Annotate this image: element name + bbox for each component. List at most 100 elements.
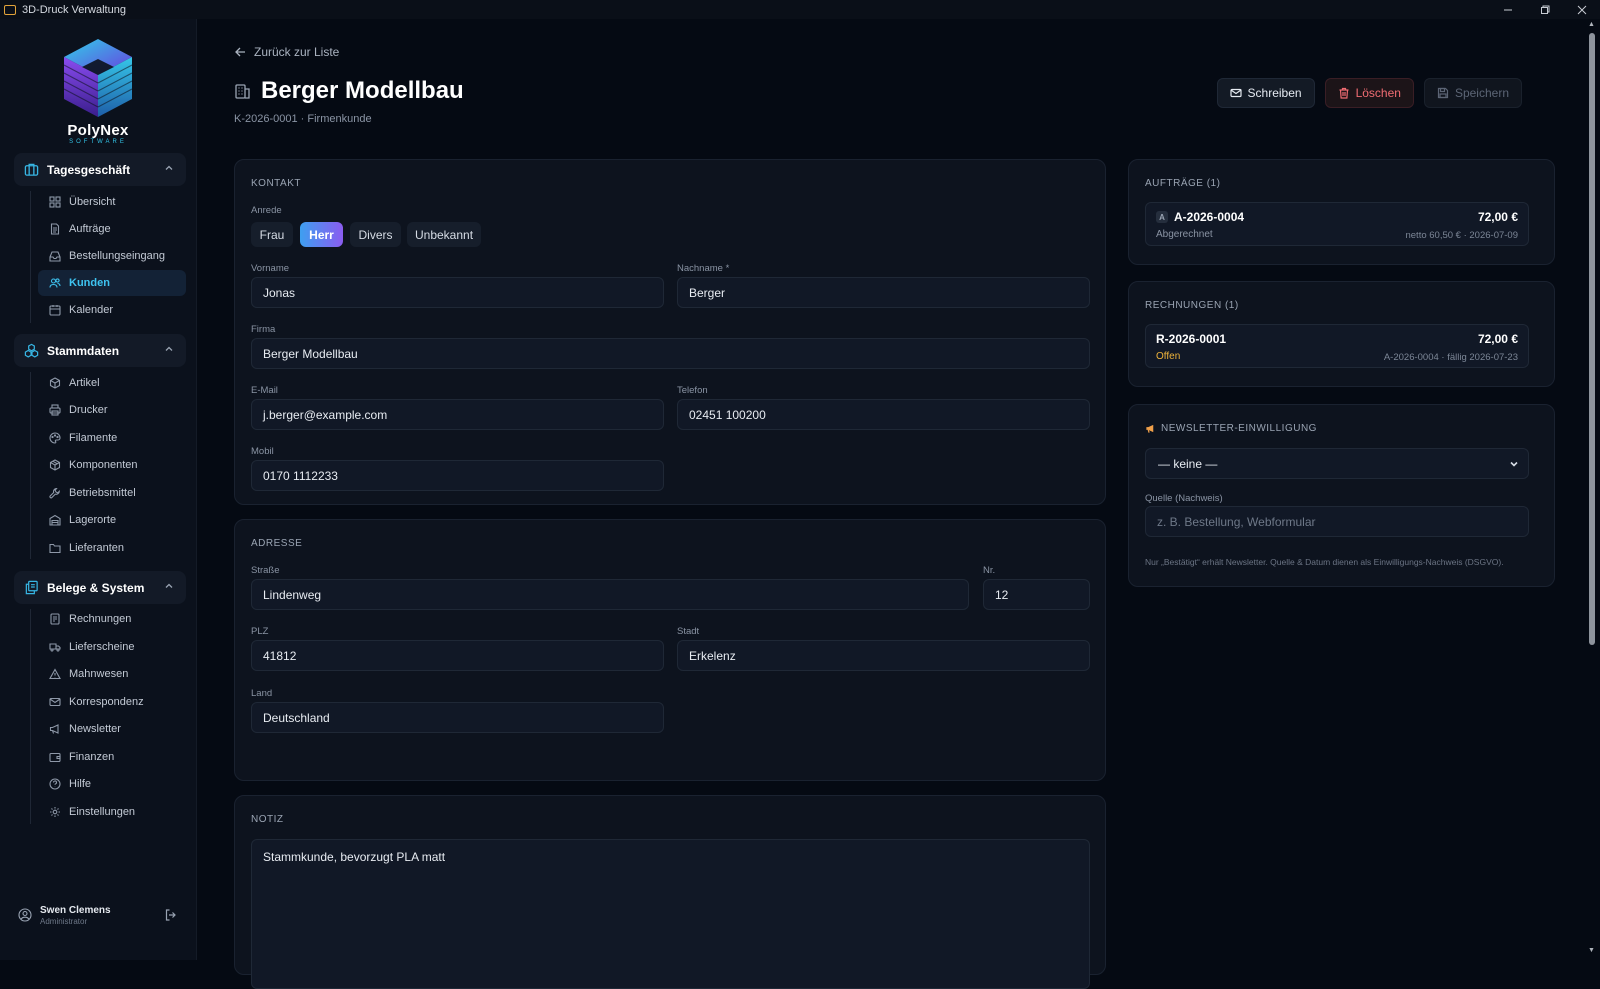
- invoice-status: Offen: [1156, 351, 1181, 362]
- mobile-label: Mobil: [251, 446, 274, 457]
- sidebar-item-betriebsmittel[interactable]: Betriebsmittel: [38, 480, 186, 506]
- consent-hint: Nur „Bestätigt“ erhält Newsletter. Quell…: [1145, 557, 1504, 567]
- sidebar-item-label: Korrespondenz: [69, 696, 144, 708]
- save-button[interactable]: Speichern: [1423, 78, 1522, 108]
- help-icon: [48, 778, 61, 791]
- back-to-list-link[interactable]: Zurück zur Liste: [234, 45, 339, 59]
- scrollbar[interactable]: ▲ ▼: [1586, 19, 1598, 960]
- salutation-label: Anrede: [251, 205, 282, 216]
- mobile-input[interactable]: 0170 1112233: [251, 460, 664, 491]
- sidebar-item-lagerorte[interactable]: Lagerorte: [38, 507, 186, 533]
- email-input[interactable]: j.berger@example.com: [251, 399, 664, 430]
- sidebar-item-label: Bestellungseingang: [69, 250, 166, 262]
- house-number-input[interactable]: 12: [983, 579, 1090, 610]
- folder-icon: [48, 542, 61, 555]
- zip-input[interactable]: 41812: [251, 640, 664, 671]
- customer-subtitle: K-2026-0001 · Firmenkunde: [234, 113, 372, 125]
- salutation-option-divers[interactable]: Divers: [350, 222, 401, 247]
- window-title: 3D-Druck Verwaltung: [22, 3, 126, 16]
- email-label: E-Mail: [251, 385, 278, 396]
- note-textarea[interactable]: Stammkunde, bevorzugt PLA matt: [251, 839, 1090, 989]
- sidebar-item-kunden[interactable]: Kunden: [38, 270, 186, 296]
- sidebar-item-kalender[interactable]: Kalender: [38, 297, 186, 323]
- sidebar-item-lieferanten[interactable]: Lieferanten: [38, 535, 186, 561]
- user-circle-icon: [18, 908, 32, 922]
- sidebar-item-auftraege[interactable]: Aufträge: [38, 216, 186, 242]
- company-input[interactable]: Berger Modellbau: [251, 338, 1090, 369]
- restore-button[interactable]: [1526, 0, 1563, 19]
- write-button[interactable]: Schreiben: [1216, 78, 1315, 108]
- grid-icon: [48, 196, 61, 209]
- page-title: Berger Modellbau: [234, 77, 464, 105]
- sidebar-item-bestellungseingang[interactable]: Bestellungseingang: [38, 243, 186, 269]
- salutation-option-unbekannt[interactable]: Unbekannt: [407, 222, 481, 247]
- sidebar-item-korrespondenz[interactable]: Korrespondenz: [38, 689, 186, 715]
- order-item[interactable]: A A-2026-0004 Abgerechnet 72,00 € netto 6…: [1145, 202, 1529, 246]
- sidebar-item-filamente[interactable]: Filamente: [38, 425, 186, 451]
- source-input[interactable]: z. B. Bestellung, Webformular: [1145, 506, 1529, 537]
- logout-icon[interactable]: [164, 908, 178, 922]
- delete-button[interactable]: Löschen: [1324, 78, 1414, 108]
- newsletter-consent-select[interactable]: — keine —: [1145, 448, 1529, 479]
- section-title: Adresse: [251, 538, 303, 549]
- mail-icon: [48, 696, 61, 709]
- sidebar-item-uebersicht[interactable]: Übersicht: [38, 189, 186, 215]
- city-label: Stadt: [677, 626, 700, 637]
- sidebar-item-drucker[interactable]: Drucker: [38, 397, 186, 423]
- street-input[interactable]: Lindenweg: [251, 579, 969, 610]
- order-status: Abgerechnet: [1156, 229, 1213, 240]
- sidebar-item-label: Lieferscheine: [69, 641, 135, 653]
- orders-card: Aufträge (1) A A-2026-0004 Abgerechnet 72…: [1128, 159, 1555, 265]
- sidebar-item-label: Drucker: [69, 404, 108, 416]
- sidebar-item-hilfe[interactable]: Hilfe: [38, 771, 186, 797]
- nav-group-label: Tagesgeschäft: [47, 162, 131, 177]
- sidebar-item-label: Hilfe: [69, 778, 92, 790]
- firstname-label: Vorname: [251, 263, 290, 274]
- salutation-option-frau[interactable]: Frau: [251, 222, 293, 247]
- building-icon: [235, 84, 250, 99]
- sidebar-item-label: Finanzen: [69, 751, 115, 763]
- section-title: Rechnungen (1): [1145, 300, 1239, 311]
- sidebar-item-label: Lieferanten: [69, 542, 125, 554]
- lastname-input[interactable]: Berger: [677, 277, 1090, 308]
- documents-icon: [24, 580, 39, 595]
- country-input[interactable]: Deutschland: [251, 702, 664, 733]
- sidebar-item-einstellungen[interactable]: Einstellungen: [38, 799, 186, 825]
- sidebar-item-lieferscheine[interactable]: Lieferscheine: [38, 634, 186, 660]
- sidebar-item-label: Artikel: [69, 377, 100, 389]
- sidebar-item-newsletter[interactable]: Newsletter: [38, 716, 186, 742]
- scroll-up-arrow[interactable]: ▲: [1588, 21, 1595, 28]
- company-label: Firma: [251, 324, 276, 335]
- minimize-button[interactable]: [1489, 0, 1526, 19]
- sidebar-item-label: Newsletter: [69, 723, 121, 735]
- megaphone-icon: [48, 723, 61, 736]
- city-input[interactable]: Erkelenz: [677, 640, 1090, 671]
- user-name: Swen Clemens: [40, 904, 111, 916]
- nav-group-tagesgeschaeft[interactable]: Tagesgeschäft: [14, 153, 186, 186]
- country-label: Land: [251, 688, 273, 699]
- nav-group-stammdaten[interactable]: Stammdaten: [14, 334, 186, 367]
- invoice-item[interactable]: R-2026-0001 Offen 72,00 € A-2026-0004 · …: [1145, 324, 1529, 368]
- warehouse-icon: [48, 514, 61, 527]
- section-title: Aufträge (1): [1145, 178, 1221, 189]
- firstname-input[interactable]: Jonas: [251, 277, 664, 308]
- scroll-down-arrow[interactable]: ▼: [1588, 947, 1595, 954]
- scrollbar-thumb[interactable]: [1589, 33, 1595, 645]
- package-icon: [48, 459, 61, 472]
- phone-input[interactable]: 02451 100200: [677, 399, 1090, 430]
- user-profile: Swen Clemens Administrator: [18, 898, 188, 932]
- sidebar-item-rechnungen[interactable]: Rechnungen: [38, 606, 186, 632]
- order-code: A-2026-0004: [1174, 210, 1245, 224]
- sidebar-item-artikel[interactable]: Artikel: [38, 370, 186, 396]
- salutation-option-herr[interactable]: Herr: [300, 222, 343, 247]
- nav-group-belege-system[interactable]: Belege & System: [14, 571, 186, 604]
- sidebar-item-finanzen[interactable]: Finanzen: [38, 744, 186, 770]
- sidebar-item-komponenten[interactable]: Komponenten: [38, 452, 186, 478]
- sidebar-item-mahnwesen[interactable]: Mahnwesen: [38, 661, 186, 687]
- order-meta: netto 60,50 € · 2026-07-09: [1405, 230, 1518, 241]
- contact-card: Kontakt Anrede Frau Herr Divers Unbekann…: [234, 159, 1106, 505]
- close-window-button[interactable]: [1563, 0, 1600, 19]
- lastname-label: Nachname *: [677, 263, 730, 274]
- warning-icon: [48, 668, 61, 681]
- wallet-icon: [48, 751, 61, 764]
